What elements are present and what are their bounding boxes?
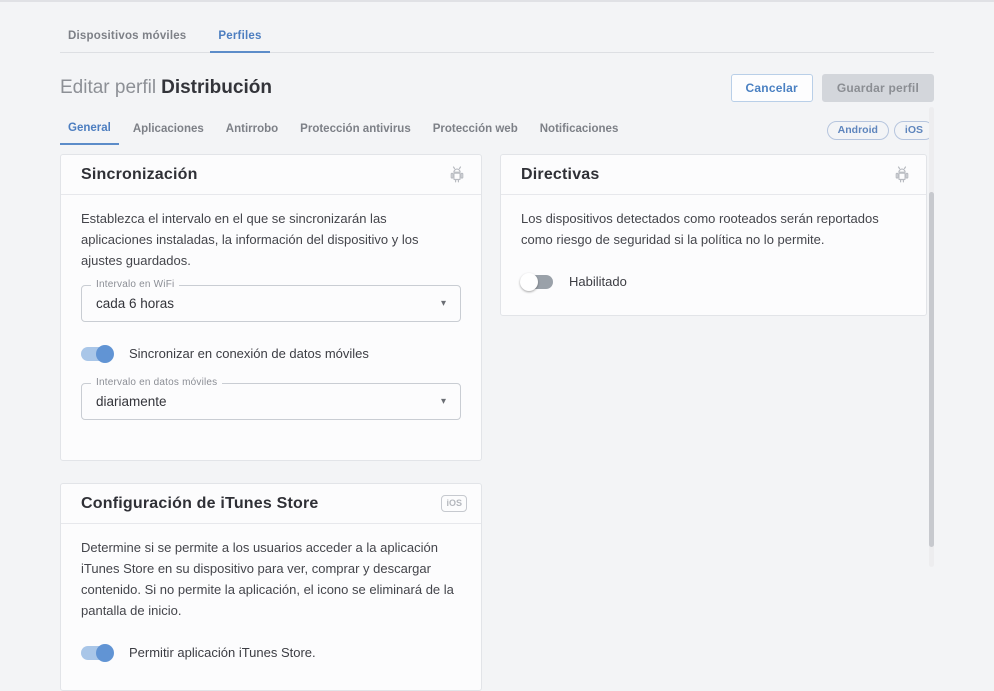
mobile-sync-toggle-row: Sincronizar en conexión de datos móviles (81, 346, 461, 361)
toggle-knob (96, 644, 114, 662)
left-column: Sincronización Establezca el intervalo e… (60, 154, 482, 691)
card-sincronizacion-body: Establezca el intervalo en el que se sin… (61, 195, 481, 460)
chevron-down-icon: ▾ (441, 298, 446, 309)
directivas-enabled-toggle[interactable] (521, 275, 553, 289)
card-sincronizacion-header: Sincronización (61, 155, 481, 195)
mobile-sync-toggle[interactable] (81, 347, 113, 361)
cancel-button[interactable]: Cancelar (731, 74, 813, 102)
ios-badge-icon: iOS (441, 495, 467, 512)
ios-filter-pill[interactable]: iOS (894, 121, 934, 140)
mobile-sync-toggle-label: Sincronizar en conexión de datos móviles (129, 346, 369, 361)
chevron-down-icon: ▾ (441, 396, 446, 407)
card-directivas-body: Los dispositivos detectados como rootead… (501, 195, 926, 315)
tab-general[interactable]: General (60, 116, 119, 145)
wifi-interval-value: cada 6 horas (96, 296, 174, 311)
spacer (81, 660, 461, 670)
sincronizacion-description: Establezca el intervalo en el que se sin… (81, 208, 461, 271)
toggle-knob (520, 273, 538, 291)
tab-proteccion-web[interactable]: Protección web (425, 117, 526, 144)
spacer (81, 420, 461, 440)
wifi-interval-label: Intervalo en WiFi (91, 279, 179, 290)
tab-notificaciones[interactable]: Notificaciones (532, 117, 627, 144)
android-icon (447, 165, 467, 185)
page-header: Editar perfilDistribución Cancelar Guard… (60, 74, 934, 102)
spacer (521, 289, 906, 295)
profile-name: Distribución (161, 77, 272, 98)
card-directivas-header: Directivas (501, 155, 926, 195)
directivas-enabled-toggle-label: Habilitado (569, 274, 627, 289)
wifi-interval-select[interactable]: Intervalo en WiFi cada 6 horas ▾ (81, 285, 461, 322)
card-sincronizacion: Sincronización Establezca el intervalo e… (60, 154, 482, 461)
card-itunes-store: Configuración de iTunes Store iOS Determ… (60, 483, 482, 691)
mobile-interval-select[interactable]: Intervalo en datos móviles diariamente ▾ (81, 383, 461, 420)
tab-aplicaciones[interactable]: Aplicaciones (125, 117, 212, 144)
vertical-scrollbar-track[interactable] (929, 107, 934, 567)
android-icon (892, 165, 912, 185)
vertical-scrollbar-thumb[interactable] (929, 192, 934, 547)
tab-dispositivos-moviles[interactable]: Dispositivos móviles (60, 22, 194, 52)
card-itunes-title: Configuración de iTunes Store (81, 495, 319, 513)
tab-perfiles[interactable]: Perfiles (210, 22, 269, 53)
itunes-allow-toggle-label: Permitir aplicación iTunes Store. (129, 645, 316, 660)
directivas-enabled-toggle-row: Habilitado (521, 274, 906, 289)
main-tabbar: Dispositivos móviles Perfiles (60, 2, 934, 53)
card-directivas: Directivas Los dispositivos detectados c… (500, 154, 927, 316)
card-itunes-body: Determine si se permite a los usuarios a… (61, 524, 481, 690)
itunes-allow-toggle-row: Permitir aplicación iTunes Store. (81, 645, 461, 660)
tab-proteccion-antivirus[interactable]: Protección antivirus (292, 117, 419, 144)
header-actions: Cancelar Guardar perfil (731, 74, 934, 102)
itunes-allow-toggle[interactable] (81, 646, 113, 660)
profile-section-tabbar: General Aplicaciones Antirrobo Protecció… (60, 116, 934, 145)
card-sincronizacion-title: Sincronización (81, 166, 198, 184)
tab-antirrobo[interactable]: Antirrobo (218, 117, 286, 144)
cards-area: Sincronización Establezca el intervalo e… (60, 154, 927, 691)
card-itunes-header: Configuración de iTunes Store iOS (61, 484, 481, 524)
right-column: Directivas Los dispositivos detectados c… (500, 154, 927, 316)
itunes-description: Determine si se permite a los usuarios a… (81, 537, 461, 621)
mobile-interval-value: diariamente (96, 394, 167, 409)
toggle-knob (96, 345, 114, 363)
save-profile-button[interactable]: Guardar perfil (822, 74, 934, 102)
card-directivas-title: Directivas (521, 166, 600, 184)
page-title: Editar perfilDistribución (60, 77, 272, 99)
page-title-prefix: Editar perfil (60, 77, 156, 98)
platform-filters: Android iOS (827, 121, 934, 140)
android-filter-pill[interactable]: Android (827, 121, 889, 140)
directivas-description: Los dispositivos detectados como rootead… (521, 208, 906, 250)
mobile-interval-label: Intervalo en datos móviles (91, 377, 222, 388)
